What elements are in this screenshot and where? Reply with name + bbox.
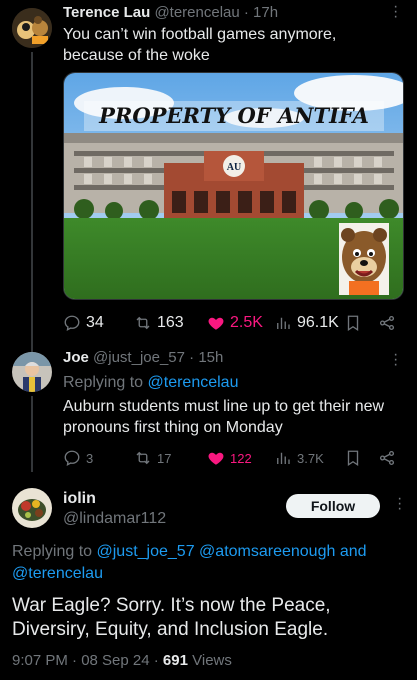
share-icon xyxy=(379,450,395,466)
retweet-icon xyxy=(136,451,150,465)
avatar[interactable] xyxy=(12,488,52,528)
tweet-image[interactable]: AU PROPERTY OF ANTIFA xyxy=(63,72,404,300)
heart-filled-icon xyxy=(208,317,224,330)
display-name[interactable]: Joe xyxy=(63,349,89,366)
more-options-icon[interactable]: · · · xyxy=(393,0,398,25)
views-button[interactable]: 96.1K xyxy=(274,314,339,332)
replying-to: Replying to @just_joe_57 @atomsareenough… xyxy=(12,541,407,585)
follow-button[interactable]: Follow xyxy=(286,494,380,518)
tweet-meta: 9:07 PM · 08 Sep 24 · 691 Views xyxy=(12,652,232,669)
tweet-terence-lau[interactable]: Terence Lau @terencelau · 17h · · · You ca… xyxy=(0,0,417,352)
views-icon xyxy=(277,317,290,329)
reply-icon xyxy=(64,315,80,332)
tweet-text-line: War Eagle? Sorry. It’s now the Peace, xyxy=(12,595,331,616)
stadium-photo: AU PROPERTY OF ANTIFA xyxy=(64,73,403,299)
tweet-text-line: Diversiry, Equity, and Inclusion Eagle. xyxy=(12,619,329,640)
like-count: 122 xyxy=(230,450,252,466)
tweet-text-line: pronouns first thing on Monday xyxy=(63,419,283,436)
timestamp[interactable]: · 15h xyxy=(189,349,223,366)
like-button[interactable]: 122 xyxy=(207,449,252,467)
views-label: Views xyxy=(192,652,232,669)
reply-icon xyxy=(64,450,80,467)
mention-link[interactable]: @just_joe_57 xyxy=(97,543,195,560)
views-count: 691 xyxy=(162,652,188,669)
retweet-count: 17 xyxy=(157,450,172,466)
views-icon xyxy=(277,452,290,464)
retweet-count: 163 xyxy=(157,314,184,331)
image-caption: PROPERTY OF ANTIFA xyxy=(98,103,369,128)
thread-line xyxy=(31,52,33,352)
retweet-button[interactable]: 163 xyxy=(134,314,184,332)
timestamp[interactable]: · 17h xyxy=(244,4,278,21)
tweet-text-line: Auburn students must line up to get thei… xyxy=(63,398,385,415)
retweet-icon xyxy=(136,316,150,330)
mention-link[interactable]: @atomsareenough xyxy=(199,543,335,560)
reply-button[interactable]: 34 xyxy=(63,314,104,332)
replying-to: Replying to @terencelau xyxy=(63,372,238,393)
tweet-timestamp[interactable]: 9:07 PM · 08 Sep 24 · xyxy=(12,652,163,669)
retweet-button[interactable]: 17 xyxy=(134,449,171,467)
mention-and: and xyxy=(339,543,367,560)
svg-text:AU: AU xyxy=(227,162,241,173)
share-icon xyxy=(379,315,395,331)
handle[interactable]: @terencelau xyxy=(154,4,239,21)
views-count: 96.1K xyxy=(297,314,339,331)
handle[interactable]: @lindamar112 xyxy=(63,510,166,528)
tweet-text-line: because of the woke xyxy=(63,47,210,64)
avatar[interactable] xyxy=(12,352,52,392)
bookmark-icon xyxy=(347,315,359,332)
display-name[interactable]: Terence Lau xyxy=(63,4,150,21)
views-count: 3.7K xyxy=(297,450,324,466)
share-button[interactable] xyxy=(378,449,396,467)
reply-count: 3 xyxy=(86,450,94,466)
tweet-header: Terence Lau @terencelau · 17h xyxy=(63,4,278,21)
tweet-text-line: You can’t win football games anymore, xyxy=(63,26,337,43)
mention-link[interactable]: @terencelau xyxy=(12,565,103,582)
tweet-text: War Eagle? Sorry. It’s now the Peace, Di… xyxy=(12,594,412,642)
handle[interactable]: @just_joe_57 xyxy=(93,349,185,366)
reply-button[interactable]: 3 xyxy=(63,449,93,467)
share-button[interactable] xyxy=(378,314,396,332)
tweet-header: Joe @just_joe_57 · 15h xyxy=(63,349,223,366)
tweet-text: You can’t win football games anymore, be… xyxy=(63,24,336,66)
bookmark-button[interactable] xyxy=(344,314,362,332)
like-count: 2.5K xyxy=(230,314,263,331)
more-options-icon[interactable]: · · · xyxy=(397,491,402,517)
bookmark-button[interactable] xyxy=(344,449,362,467)
like-button[interactable]: 2.5K xyxy=(207,314,263,332)
tweet-text: Auburn students must line up to get thei… xyxy=(63,396,384,438)
views-button[interactable]: 3.7K xyxy=(274,449,324,467)
reply-count: 34 xyxy=(86,314,104,331)
avatar-image xyxy=(12,8,52,48)
replying-to-label: Replying to xyxy=(12,543,93,560)
more-options-icon[interactable]: · · · xyxy=(393,347,398,373)
bookmark-icon xyxy=(347,450,359,467)
display-name[interactable]: iolin xyxy=(63,490,96,507)
replying-to-label: Replying to xyxy=(63,374,144,391)
avatar-image xyxy=(12,352,52,392)
display-name-wrap: iolin xyxy=(63,490,96,508)
avatar-image xyxy=(12,488,52,528)
mention-link[interactable]: @terencelau xyxy=(148,374,239,391)
thread-line xyxy=(31,396,33,472)
avatar[interactable] xyxy=(12,8,52,48)
heart-filled-icon xyxy=(208,452,224,465)
